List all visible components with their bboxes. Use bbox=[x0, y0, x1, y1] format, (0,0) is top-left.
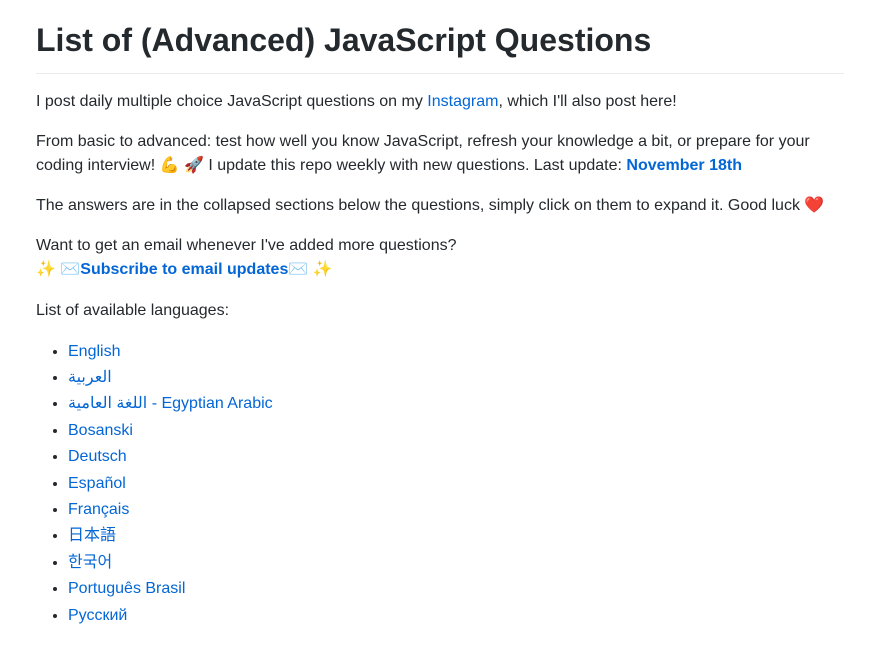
lang-link-bosanski[interactable]: Bosanski bbox=[68, 422, 133, 439]
last-update-link[interactable]: November 18th bbox=[626, 157, 742, 174]
heart-icon: ❤️ bbox=[804, 194, 824, 218]
languages-header: List of available languages: bbox=[36, 299, 844, 323]
lang-link-portugues[interactable]: Português Brasil bbox=[68, 580, 185, 597]
list-item: Português Brasil bbox=[68, 576, 844, 602]
lang-link-deutsch[interactable]: Deutsch bbox=[68, 448, 127, 465]
lang-link-japanese[interactable]: 日本語 bbox=[68, 527, 116, 544]
lang-link-korean[interactable]: 한국어 bbox=[68, 554, 112, 571]
lang-link-arabic[interactable]: العربية bbox=[68, 369, 112, 386]
list-item: Русский bbox=[68, 603, 844, 629]
lang-link-egyptian-arabic[interactable]: اللغة العامية - Egyptian Arabic bbox=[68, 395, 273, 412]
intro-text-before: I post daily multiple choice JavaScript … bbox=[36, 93, 427, 110]
list-item: Deutsch bbox=[68, 444, 844, 470]
para3-text: The answers are in the collapsed section… bbox=[36, 197, 804, 214]
list-item: Français bbox=[68, 497, 844, 523]
list-item: Español bbox=[68, 471, 844, 497]
list-item: 한국어 bbox=[68, 550, 844, 576]
email-prompt-text: Want to get an email whenever I've added… bbox=[36, 237, 456, 254]
language-list: English العربية اللغة العامية - Egyptian… bbox=[36, 339, 844, 629]
lang-link-russian[interactable]: Русский bbox=[68, 607, 127, 624]
list-item: اللغة العامية - Egyptian Arabic bbox=[68, 391, 844, 417]
list-item: 日本語 bbox=[68, 523, 844, 549]
answers-paragraph: The answers are in the collapsed section… bbox=[36, 194, 844, 218]
list-item: English bbox=[68, 339, 844, 365]
envelope-icon: ✉️ bbox=[288, 258, 308, 282]
page-title: List of (Advanced) JavaScript Questions bbox=[36, 16, 844, 74]
email-paragraph: Want to get an email whenever I've added… bbox=[36, 234, 844, 282]
list-item: Bosanski bbox=[68, 418, 844, 444]
intro-text-after: , which I'll also post here! bbox=[498, 93, 676, 110]
para2-mid: I update this repo weekly with new quest… bbox=[204, 157, 626, 174]
instagram-link[interactable]: Instagram bbox=[427, 93, 498, 110]
subscribe-link[interactable]: Subscribe to email updates bbox=[80, 262, 288, 279]
rocket-icon: 🚀 bbox=[184, 154, 204, 178]
list-item: العربية bbox=[68, 365, 844, 391]
lang-link-espanol[interactable]: Español bbox=[68, 475, 126, 492]
sparkle-icon: ✨ bbox=[36, 258, 56, 282]
update-paragraph: From basic to advanced: test how well yo… bbox=[36, 130, 844, 178]
lang-link-francais[interactable]: Français bbox=[68, 501, 129, 518]
flex-arm-icon: 💪 bbox=[160, 154, 180, 178]
intro-paragraph: I post daily multiple choice JavaScript … bbox=[36, 90, 844, 114]
envelope-icon: ✉️ bbox=[60, 258, 80, 282]
lang-link-english[interactable]: English bbox=[68, 343, 120, 360]
sparkle-icon: ✨ bbox=[313, 258, 333, 282]
